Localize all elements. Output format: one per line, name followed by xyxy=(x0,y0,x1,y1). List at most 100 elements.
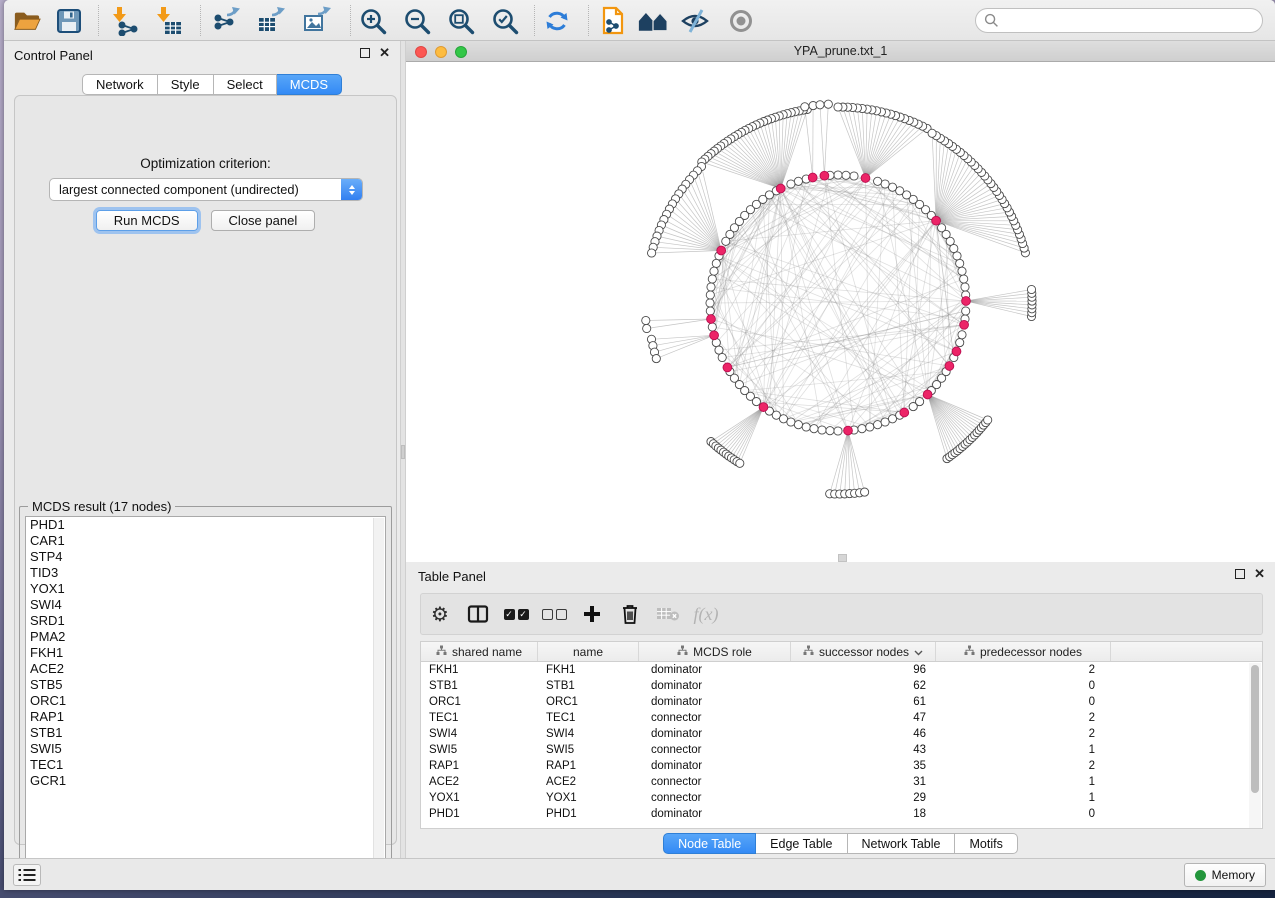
mcds-result-list[interactable]: PHD1CAR1STP4TID3YOX1SWI4SRD1PMA2FKH1ACE2… xyxy=(25,516,386,872)
zoom-selected-icon[interactable] xyxy=(490,6,520,36)
show-columns-icon[interactable] xyxy=(459,594,497,634)
save-session-icon[interactable] xyxy=(54,6,84,36)
table-row[interactable]: ORC1ORC1dominator610 xyxy=(421,694,1262,710)
network-node[interactable] xyxy=(752,398,760,406)
eye-slash-icon[interactable] xyxy=(680,6,710,36)
import-table-icon[interactable] xyxy=(154,6,184,36)
horizontal-splitter-grip[interactable] xyxy=(838,554,847,562)
network-node[interactable] xyxy=(861,488,869,496)
network-node[interactable] xyxy=(960,275,968,283)
mcds-result-item[interactable]: STP4 xyxy=(26,549,385,565)
mcds-result-item[interactable]: PHD1 xyxy=(26,517,385,533)
network-dominator-node[interactable] xyxy=(776,184,785,193)
network-node[interactable] xyxy=(794,177,802,185)
close-window-icon[interactable] xyxy=(415,46,427,58)
network-node[interactable] xyxy=(874,177,882,185)
network-dominator-node[interactable] xyxy=(717,246,726,255)
network-dominator-node[interactable] xyxy=(723,363,732,372)
mcds-result-item[interactable]: CAR1 xyxy=(26,533,385,549)
network-node[interactable] xyxy=(956,259,964,267)
mcds-result-item[interactable]: ORC1 xyxy=(26,693,385,709)
zoom-out-icon[interactable] xyxy=(402,6,432,36)
network-window-titlebar[interactable]: YPA_prune.txt_1 xyxy=(406,41,1275,62)
network-dominator-node[interactable] xyxy=(808,173,817,182)
network-dominator-node[interactable] xyxy=(710,331,719,340)
zoom-in-icon[interactable] xyxy=(358,6,388,36)
network-node[interactable] xyxy=(722,237,730,245)
tab-network[interactable]: Network xyxy=(82,74,158,95)
open-session-icon[interactable] xyxy=(12,6,42,36)
network-node[interactable] xyxy=(810,425,818,433)
table-row[interactable]: STB1STB1dominator620 xyxy=(421,678,1262,694)
run-mcds-button[interactable]: Run MCDS xyxy=(96,210,198,231)
close-panel-button[interactable]: Close panel xyxy=(211,210,316,231)
tab-network-table[interactable]: Network Table xyxy=(848,833,956,854)
network-node[interactable] xyxy=(712,259,720,267)
export-table-icon[interactable] xyxy=(256,6,286,36)
network-canvas[interactable] xyxy=(406,62,1275,556)
mcds-result-item[interactable]: TEC1 xyxy=(26,757,385,773)
tab-motifs[interactable]: Motifs xyxy=(955,833,1017,854)
network-node[interactable] xyxy=(834,427,842,435)
network-node[interactable] xyxy=(881,180,889,188)
deselect-all-icon[interactable] xyxy=(535,594,573,634)
tab-edge-table[interactable]: Edge Table xyxy=(756,833,847,854)
tab-style[interactable]: Style xyxy=(158,74,214,95)
network-dominator-node[interactable] xyxy=(759,403,768,412)
close-table-panel-icon[interactable]: ✕ xyxy=(1254,569,1265,579)
create-column-icon[interactable] xyxy=(573,594,611,634)
network-node[interactable] xyxy=(818,426,826,434)
memory-button[interactable]: Memory xyxy=(1184,863,1266,887)
optimization-criterion-select[interactable]: largest connected component (undirected) xyxy=(49,178,363,201)
network-dominator-node[interactable] xyxy=(844,426,853,435)
network-dominator-node[interactable] xyxy=(820,171,829,180)
refresh-icon[interactable] xyxy=(542,6,572,36)
network-node[interactable] xyxy=(736,459,744,467)
network-node[interactable] xyxy=(956,339,964,347)
network-node[interactable] xyxy=(962,307,970,315)
mcds-result-item[interactable]: STB5 xyxy=(26,677,385,693)
network-node[interactable] xyxy=(850,172,858,180)
network-node[interactable] xyxy=(834,103,842,111)
network-node[interactable] xyxy=(787,418,795,426)
network-node[interactable] xyxy=(842,171,850,179)
network-dominator-node[interactable] xyxy=(960,320,969,329)
network-node[interactable] xyxy=(708,323,716,331)
maximize-window-icon[interactable] xyxy=(455,46,467,58)
network-node[interactable] xyxy=(801,103,809,111)
table-row[interactable]: SWI5SWI5connector431 xyxy=(421,742,1262,758)
network-node[interactable] xyxy=(652,355,660,363)
import-network-icon[interactable] xyxy=(110,6,140,36)
mcds-result-item[interactable]: FKH1 xyxy=(26,645,385,661)
table-row[interactable]: YOX1YOX1connector291 xyxy=(421,790,1262,806)
column-header[interactable]: predecessor nodes xyxy=(936,642,1111,661)
network-dominator-node[interactable] xyxy=(707,315,716,324)
network-node[interactable] xyxy=(958,267,966,275)
mcds-result-item[interactable]: SRD1 xyxy=(26,613,385,629)
share-document-icon[interactable] xyxy=(598,6,628,36)
column-header[interactable]: name xyxy=(538,642,639,661)
network-node[interactable] xyxy=(707,283,715,291)
network-node[interactable] xyxy=(816,101,824,109)
column-header[interactable]: successor nodes xyxy=(791,642,936,661)
table-row[interactable]: ACE2ACE2connector311 xyxy=(421,774,1262,790)
mcds-result-item[interactable]: GCR1 xyxy=(26,773,385,789)
network-node[interactable] xyxy=(643,324,651,332)
network-node[interactable] xyxy=(710,267,718,275)
mcds-result-item[interactable]: SWI4 xyxy=(26,597,385,613)
network-node[interactable] xyxy=(794,421,802,429)
network-dominator-node[interactable] xyxy=(861,174,870,183)
tab-node-table[interactable]: Node Table xyxy=(663,833,756,854)
mcds-result-item[interactable]: TID3 xyxy=(26,565,385,581)
table-settings-gear-icon[interactable]: ⚙ xyxy=(421,594,459,634)
select-all-icon[interactable]: ✓✓ xyxy=(497,594,535,634)
minimize-window-icon[interactable] xyxy=(435,46,447,58)
network-node[interactable] xyxy=(916,398,924,406)
mcds-result-item[interactable]: RAP1 xyxy=(26,709,385,725)
column-header[interactable]: shared name xyxy=(421,642,538,661)
network-dominator-node[interactable] xyxy=(962,297,971,306)
network-node[interactable] xyxy=(834,171,842,179)
mcds-result-item[interactable]: STB1 xyxy=(26,725,385,741)
network-node[interactable] xyxy=(708,275,716,283)
network-node[interactable] xyxy=(961,283,969,291)
